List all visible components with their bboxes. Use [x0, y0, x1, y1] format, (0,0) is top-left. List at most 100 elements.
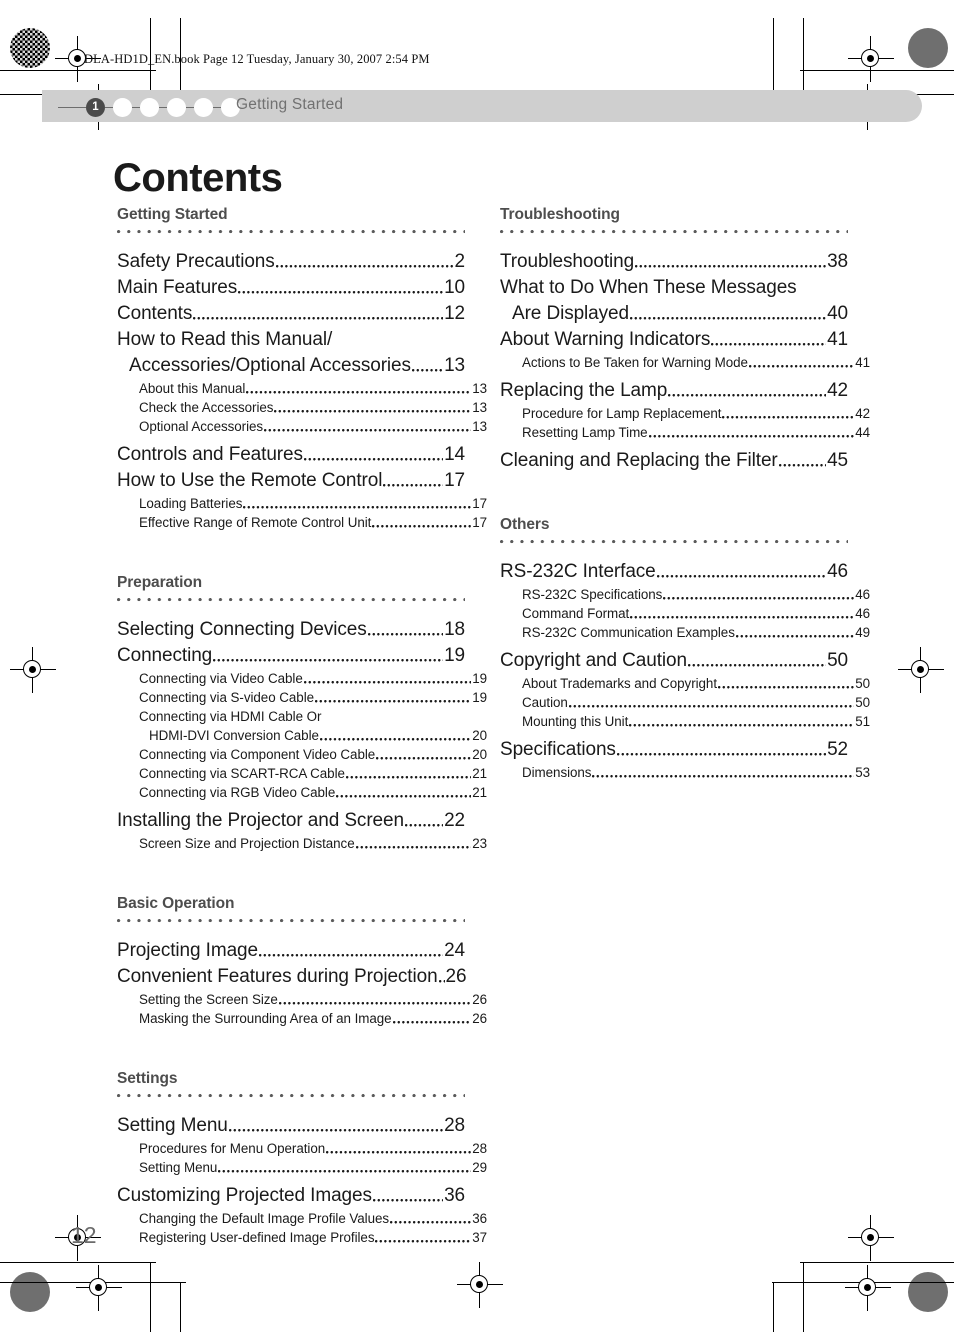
toc-subentry[interactable]: Procedure for Lamp Replacement 42	[500, 404, 870, 423]
toc-entry[interactable]: Contents 12	[117, 301, 465, 326]
toc-subentry[interactable]: Connecting via Component Video Cable 20	[117, 745, 487, 764]
toc-entry[interactable]: RS-232C Interface 46	[500, 559, 848, 584]
toc-column-left: Getting Started Safety Precautions 2 Main F…	[117, 206, 487, 1247]
chapter-bubble-3	[140, 98, 159, 117]
toc-group: Settings Setting Menu 28 Procedures for Men…	[117, 1070, 487, 1247]
toc-leader-dots	[629, 317, 827, 320]
toc-entry[interactable]: How to Use the Remote Control 17	[117, 468, 465, 493]
toc-subentry[interactable]: Actions to Be Taken for Warning Mode 41	[500, 353, 870, 372]
toc-subentry[interactable]: Screen Size and Projection Distance 23	[117, 834, 487, 853]
print-color-patch-bottom-right	[908, 1272, 948, 1312]
toc-entry-page-number: 53	[855, 765, 870, 780]
chapter-lead-line	[58, 106, 86, 109]
toc-entry[interactable]: Selecting Connecting Devices 18	[117, 617, 465, 642]
toc-subentry[interactable]: Connecting via Video Cable 19	[117, 669, 487, 688]
toc-subentry[interactable]: Changing the Default Image Profile Value…	[117, 1209, 487, 1228]
toc-group: Preparation Selecting Connecting Devices 1…	[117, 574, 487, 853]
toc-entry[interactable]: Are Displayed 40	[500, 301, 848, 326]
toc-leader-dots	[722, 416, 855, 419]
toc-subentry[interactable]: Check the Accessories 13	[117, 398, 487, 417]
toc-entry[interactable]: Specifications 52	[500, 737, 848, 762]
toc-subentry[interactable]: Effective Range of Remote Control Unit 17	[117, 513, 487, 532]
toc-entry-page-number: 21	[472, 785, 487, 800]
toc-entry-label: Changing the Default Image Profile Value…	[139, 1211, 390, 1226]
toc-entry-label: Main Features	[117, 277, 238, 298]
chapter-connector-2	[132, 106, 140, 109]
toc-entry-page-number: 44	[855, 425, 870, 440]
toc-leader-dots	[390, 1221, 472, 1224]
toc-entry[interactable]: About Warning Indicators 41	[500, 327, 848, 352]
toc-leader-dots	[326, 1151, 472, 1154]
toc-entry-label: Effective Range of Remote Control Unit	[139, 515, 372, 530]
toc-subentry[interactable]: Registering User-defined Image Profiles 3…	[117, 1228, 487, 1247]
toc-entry[interactable]: Troubleshooting 38	[500, 249, 848, 274]
toc-entry-label: Connecting via S-video Cable	[139, 690, 315, 705]
toc-subentry[interactable]: Optional Accessories 13	[117, 417, 487, 436]
toc-subentry[interactable]: Connecting via RGB Video Cable 21	[117, 783, 487, 802]
toc-entry[interactable]: Convenient Features during Projection 26	[117, 964, 467, 989]
toc-group-heading: Troubleshooting	[500, 206, 620, 223]
toc-subentry[interactable]: Command Format 46	[500, 604, 870, 623]
toc-entry[interactable]: Connecting 19	[117, 643, 465, 668]
page-number-folio: 12	[71, 1222, 97, 1248]
toc-subentry[interactable]: Setting the Screen Size 26	[117, 990, 487, 1009]
toc-entry-label: Safety Precautions	[117, 251, 275, 272]
toc-entry-label: Setting Menu	[117, 1115, 228, 1136]
toc-leader-dots	[264, 429, 472, 432]
toc-subentry[interactable]: About Trademarks and Copyright 50	[500, 674, 870, 693]
crop-line-tr-h	[800, 70, 954, 72]
toc-entry[interactable]: Accessories/Optional Accessories 13	[117, 353, 465, 378]
toc-group-spacer	[500, 474, 848, 516]
toc-entry-page-number: 42	[855, 406, 870, 421]
toc-entry-label: What to Do When These Messages	[500, 277, 797, 298]
toc-leader-dots	[355, 846, 472, 849]
toc-entry[interactable]: Copyright and Caution 50	[500, 648, 848, 673]
toc-entry[interactable]: How to Read this Manual/	[117, 327, 465, 352]
toc-subentry[interactable]: Caution 50	[500, 693, 870, 712]
toc-leader-dots	[315, 700, 472, 703]
toc-subentry[interactable]: RS-232C Specifications 46	[500, 585, 870, 604]
toc-entry[interactable]: Cleaning and Replacing the Filter 45	[500, 448, 848, 473]
toc-subentry[interactable]: Masking the Surrounding Area of an Image…	[117, 1009, 487, 1028]
toc-subentry[interactable]: HDMI-DVI Conversion Cable 20	[117, 726, 487, 745]
toc-entry[interactable]: Replacing the Lamp 42	[500, 378, 848, 403]
toc-entry-label: Controls and Features	[117, 444, 303, 465]
toc-group: Others RS-232C Interface 46 RS-232C Specifi…	[500, 516, 870, 782]
toc-entry-label: Customizing Projected Images	[117, 1185, 372, 1206]
toc-subentry[interactable]: Dimensions 53	[500, 763, 870, 782]
crop-line-tl-h	[0, 70, 156, 72]
toc-leader-dots	[648, 435, 855, 438]
toc-entry-page-number: 46	[827, 561, 848, 582]
toc-entry[interactable]: Projecting Image 24	[117, 938, 465, 963]
chapter-progress-indicator: 1	[58, 98, 240, 117]
toc-entry-page-number: 28	[444, 1115, 465, 1136]
toc-subentry[interactable]: Loading Batteries 17	[117, 494, 487, 513]
toc-entry[interactable]: Safety Precautions 2	[117, 249, 465, 274]
toc-entry-label: Loading Batteries	[139, 496, 243, 511]
toc-leader-dots	[274, 410, 472, 413]
toc-entry-page-number: 13	[472, 419, 487, 434]
toc-entry[interactable]: Main Features 10	[117, 275, 465, 300]
toc-leader-dots	[258, 954, 444, 957]
toc-subentry[interactable]: About this Manual 13	[117, 379, 487, 398]
toc-subentry[interactable]: Mounting this Unit 51	[500, 712, 870, 731]
toc-entry[interactable]: Installing the Projector and Screen 22	[117, 808, 465, 833]
toc-subentry[interactable]: RS-232C Communication Examples 49	[500, 623, 870, 642]
toc-entry[interactable]: What to Do When These Messages	[500, 275, 848, 300]
toc-entry-page-number: 17	[472, 515, 487, 530]
toc-subentry[interactable]: Procedures for Menu Operation 28	[117, 1139, 487, 1158]
toc-entry-page-number: 10	[444, 277, 465, 298]
toc-entry-page-number: 52	[827, 739, 848, 760]
toc-subentry[interactable]: Connecting via SCART-RCA Cable 21	[117, 764, 487, 783]
toc-entry-page-number: 49	[855, 625, 870, 640]
crop-line-br-h	[800, 1262, 954, 1264]
toc-subentry[interactable]: Setting Menu 29	[117, 1158, 487, 1177]
print-color-patch-top-right	[908, 28, 948, 68]
toc-entry[interactable]: Controls and Features 14	[117, 442, 465, 467]
toc-subentry[interactable]: Connecting via S-video Cable 19	[117, 688, 487, 707]
toc-subentry[interactable]: Connecting via HDMI Cable Or	[117, 707, 487, 726]
toc-entry[interactable]: Customizing Projected Images 36	[117, 1183, 465, 1208]
toc-entry[interactable]: Setting Menu 28	[117, 1113, 465, 1138]
toc-subentry[interactable]: Resetting Lamp Time 44	[500, 423, 870, 442]
toc-leader-dots	[735, 635, 855, 638]
